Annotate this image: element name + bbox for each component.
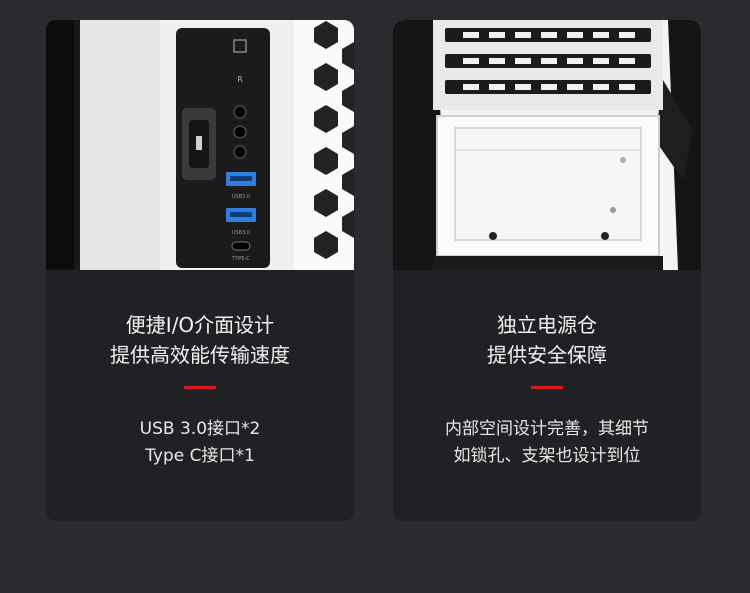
desc-line-2: Type C接口*1 [145,446,255,466]
accent-divider [184,386,216,389]
title-line-2: 提供高效能传输速度 [110,343,290,367]
svg-text:USB3.0: USB3.0 [232,230,250,236]
desc-line-1: USB 3.0接口*2 [139,419,261,439]
feature-description: USB 3.0接口*2 Type C接口*1 [46,416,354,470]
feature-description: 内部空间设计完善，其细节 如锁孔、支架也设计到位 [393,416,701,470]
feature-title: 独立电源仓 提供安全保障 [393,310,701,370]
psu-compartment-photo [393,20,701,270]
feature-card-psu: 独立电源仓 提供安全保障 内部空间设计完善，其细节 如锁孔、支架也设计到位 [393,20,701,521]
desc-line-1: 内部空间设计完善，其细节 [445,419,649,439]
front-io-panel-photo: R USB3.0 USB3.0 TYPE-C [46,20,354,270]
title-line-1: 便捷I/O介面设计 [125,313,275,337]
svg-text:USB3.0: USB3.0 [232,194,250,200]
title-line-2: 提供安全保障 [487,343,607,367]
feature-card-io: R USB3.0 USB3.0 TYPE-C 便捷I/O介面设计 提供高效能传输… [46,20,354,521]
svg-text:TYPE-C: TYPE-C [231,256,250,262]
accent-divider [531,386,563,389]
svg-text:R: R [237,75,243,84]
feature-title: 便捷I/O介面设计 提供高效能传输速度 [46,310,354,370]
desc-line-2: 如锁孔、支架也设计到位 [453,446,641,466]
title-line-1: 独立电源仓 [497,313,597,337]
